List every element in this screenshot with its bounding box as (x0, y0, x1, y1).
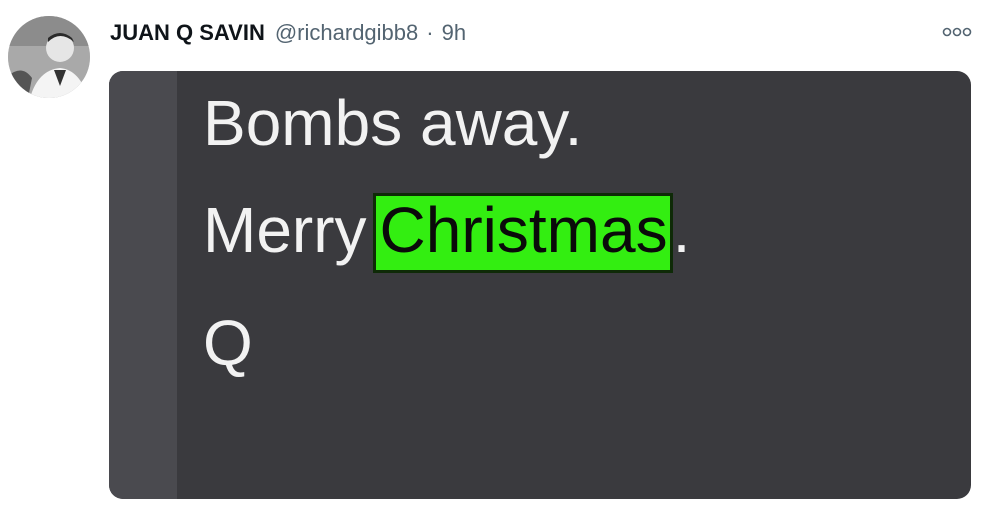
avatar[interactable] (8, 16, 90, 98)
tweet-image[interactable]: Bombs away. Merry Christmas. Q (109, 71, 971, 499)
image-side-bar (109, 71, 177, 499)
image-text-line-3: Q (203, 307, 253, 379)
avatar-photo (8, 16, 90, 98)
tweet-header: JUAN Q SAVIN @richardgibb8 · 9h (110, 18, 466, 48)
user-handle[interactable]: @richardgibb8 (275, 20, 418, 46)
timestamp[interactable]: 9h (442, 20, 466, 46)
image-text-period: . (672, 194, 691, 266)
image-text-line-2: Merry Christmas. (203, 193, 690, 273)
display-name[interactable]: JUAN Q SAVIN (110, 20, 265, 46)
image-text-line-1: Bombs away. (203, 87, 583, 159)
highlighted-word: Christmas (372, 193, 673, 273)
separator-dot: · (426, 20, 434, 45)
more-icon[interactable] (942, 24, 972, 40)
image-text-merry: Merry (203, 194, 367, 266)
